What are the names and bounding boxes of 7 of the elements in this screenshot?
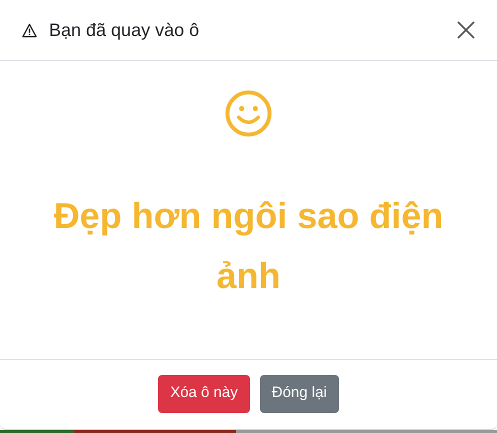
smiley-icon bbox=[225, 90, 272, 137]
warning-icon bbox=[22, 22, 37, 38]
result-message: Đẹp hơn ngôi sao điện ảnh bbox=[52, 194, 444, 298]
close-button[interactable]: Đóng lại bbox=[260, 374, 339, 412]
close-icon[interactable] bbox=[457, 21, 475, 39]
delete-button[interactable]: Xóa ô này bbox=[158, 374, 250, 412]
modal-title: Bạn đã quay vào ô bbox=[49, 18, 200, 42]
